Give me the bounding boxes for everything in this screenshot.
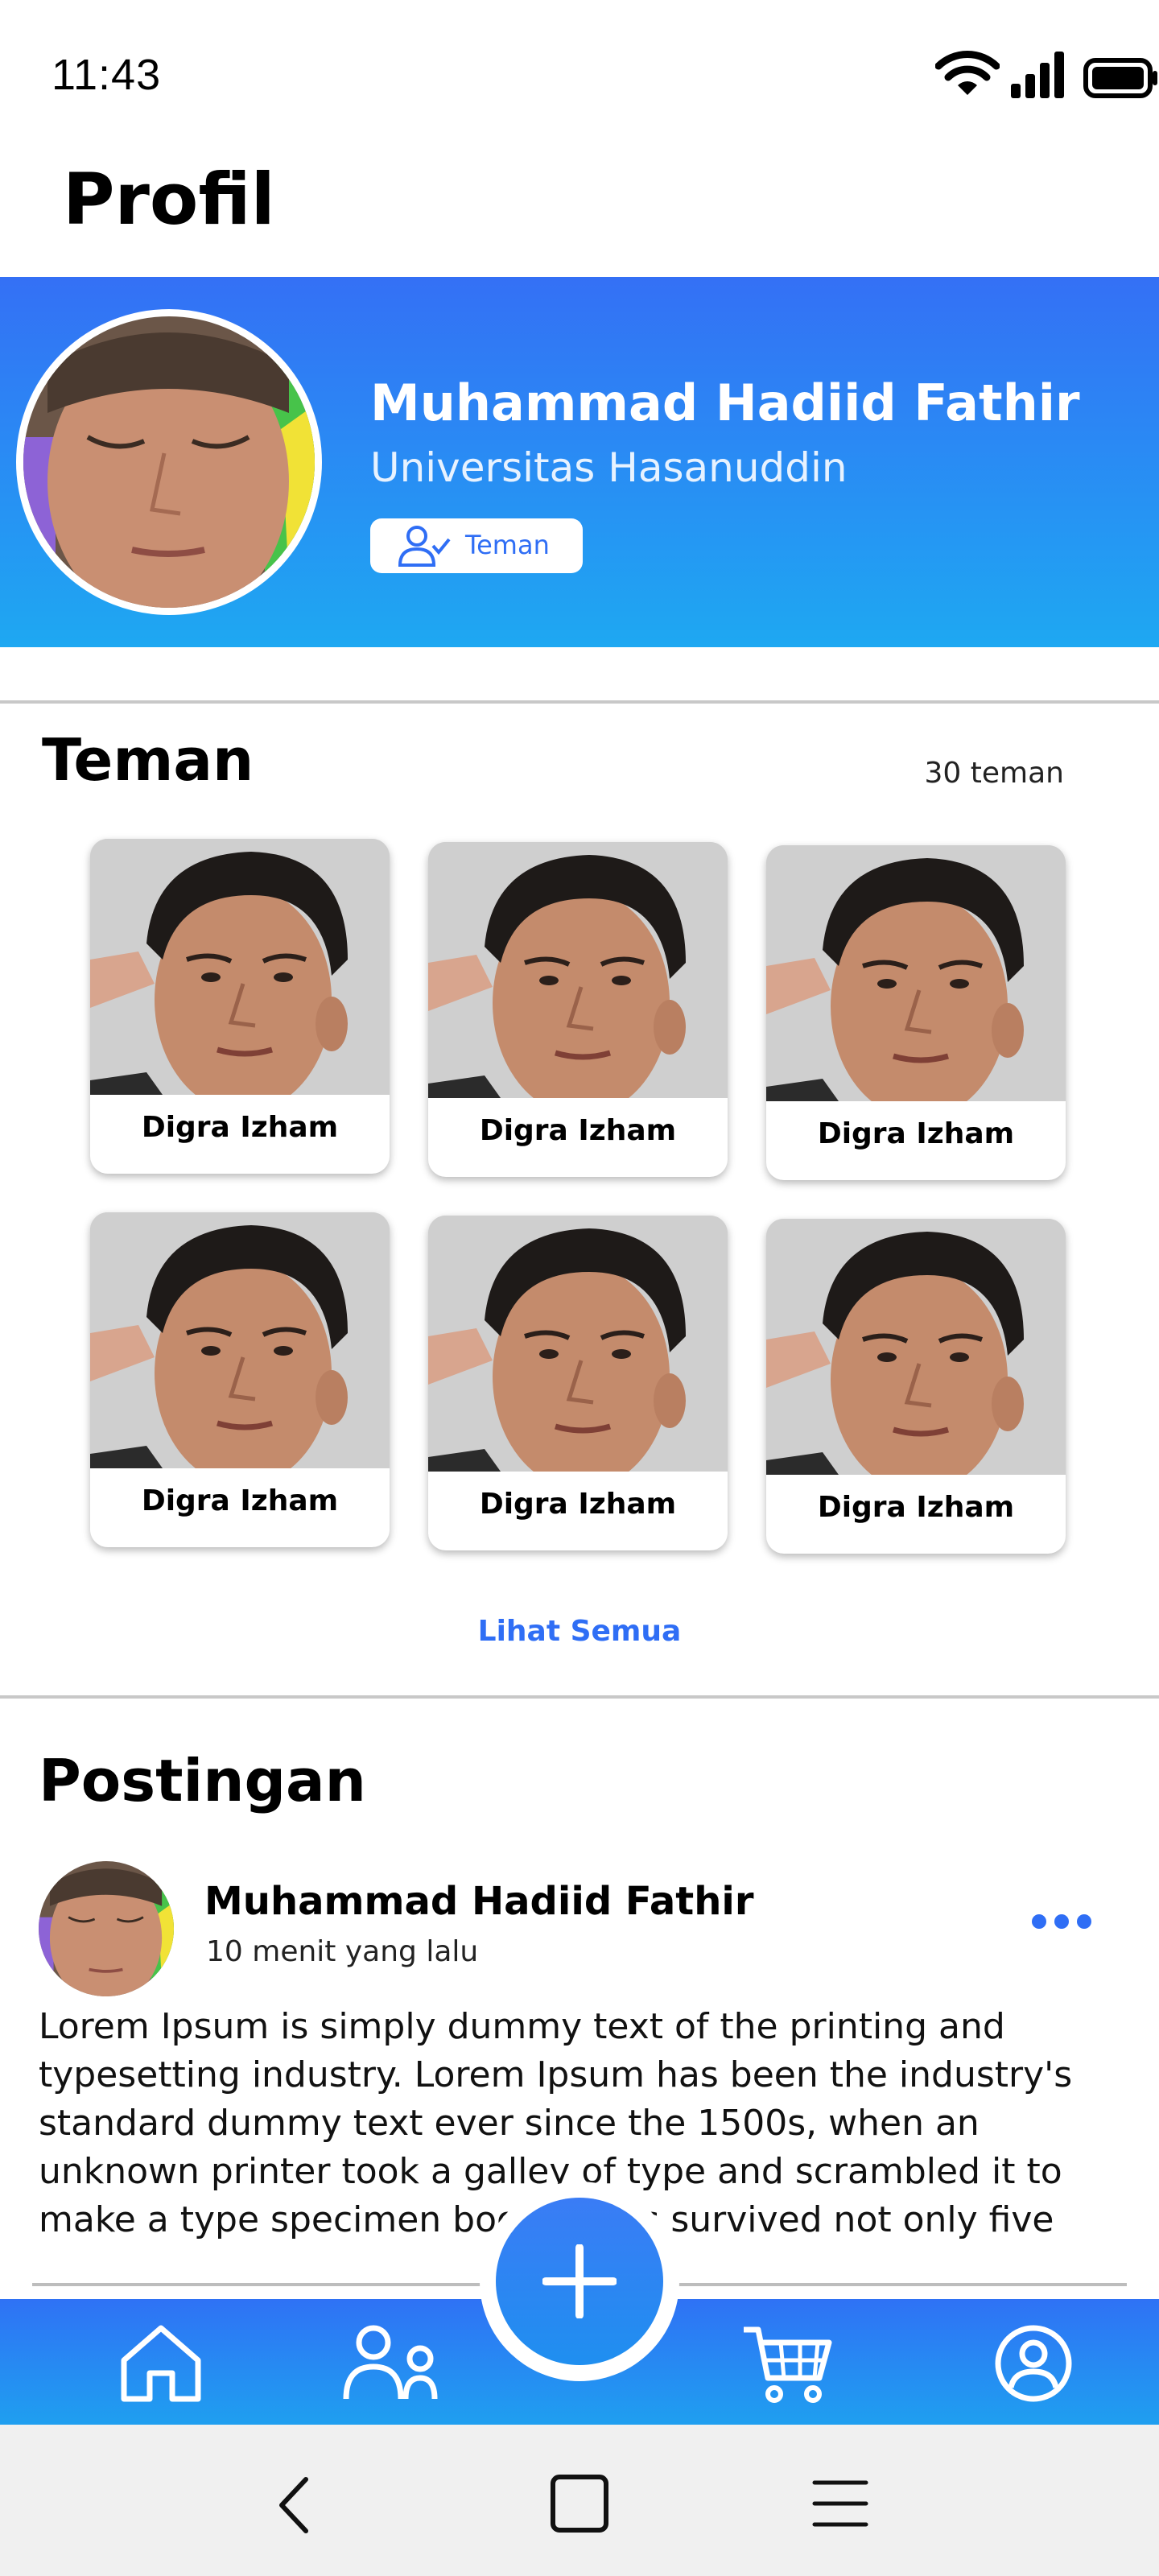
profile-name: Muhammad Hadiid Fathir <box>370 374 1080 432</box>
nav-cart-button[interactable] <box>740 2318 837 2407</box>
friend-photo-frame <box>90 839 390 1095</box>
plus-icon <box>542 2244 617 2318</box>
profile-university: Universitas Hasanuddin <box>370 444 848 491</box>
friend-name: Digra Izham <box>141 1111 339 1144</box>
friend-photo-frame <box>766 845 1066 1101</box>
friend-name: Digra Izham <box>817 1491 1015 1524</box>
post-author-name[interactable]: Muhammad Hadiid Fathir <box>204 1879 754 1924</box>
status-bar: 11:43 <box>0 0 1159 145</box>
friend-card[interactable]: Digra Izham <box>90 1212 390 1547</box>
friend-photo-frame <box>90 1212 390 1468</box>
post-author-avatar[interactable] <box>39 1861 174 1996</box>
friends-title: Teman <box>42 726 254 794</box>
nav-friends-button[interactable] <box>341 2318 438 2407</box>
menu-icon[interactable] <box>811 2478 869 2529</box>
nav-account-button[interactable] <box>985 2318 1082 2407</box>
friends-count: 30 teman <box>924 757 1064 790</box>
friend-name: Digra Izham <box>817 1117 1015 1150</box>
home-icon <box>121 2325 201 2402</box>
profile-avatar[interactable] <box>16 309 322 615</box>
divider <box>0 1695 1159 1699</box>
create-post-button[interactable] <box>496 2198 663 2365</box>
friend-status-label: Teman <box>465 530 550 560</box>
friend-photo <box>428 842 728 1098</box>
friend-card[interactable]: Digra Izham <box>766 845 1066 1180</box>
friend-photo <box>766 845 1066 1101</box>
friends-icon <box>343 2325 438 2400</box>
friend-photo-frame <box>766 1219 1066 1475</box>
friend-photo <box>90 839 390 1095</box>
system-navigation-bar <box>0 2425 1159 2576</box>
account-icon <box>995 2325 1072 2402</box>
friend-photo <box>428 1216 728 1472</box>
nav-home-button[interactable] <box>113 2318 209 2407</box>
friend-photo <box>766 1219 1066 1475</box>
friend-photo <box>90 1212 390 1468</box>
back-icon[interactable] <box>270 2473 319 2537</box>
profile-photo <box>23 316 315 608</box>
profile-header: Muhammad Hadiid Fathir Universitas Hasan… <box>0 277 1159 647</box>
friend-name: Digra Izham <box>479 1114 677 1147</box>
battery-icon <box>1083 58 1157 98</box>
status-time: 11:43 <box>52 51 162 99</box>
see-all-friends-link[interactable]: Lihat Semua <box>0 1615 1159 1648</box>
user-check-icon <box>398 526 451 567</box>
home-square-icon[interactable] <box>549 2473 610 2534</box>
friend-photo-frame <box>428 842 728 1098</box>
friend-status-badge[interactable]: Teman <box>370 518 583 573</box>
post-timestamp: 10 menit yang lalu <box>206 1935 479 1968</box>
page-title: Profil <box>63 158 275 241</box>
signal-icon <box>1011 52 1064 98</box>
friend-card[interactable]: Digra Izham <box>428 842 728 1177</box>
status-icons <box>884 45 1157 106</box>
friend-card[interactable]: Digra Izham <box>90 839 390 1174</box>
friend-name: Digra Izham <box>479 1488 677 1521</box>
post-author-photo <box>39 1861 174 1996</box>
friend-card[interactable]: Digra Izham <box>428 1216 728 1550</box>
friend-name: Digra Izham <box>141 1484 339 1517</box>
friend-photo-frame <box>428 1216 728 1472</box>
cart-icon <box>744 2326 832 2403</box>
friend-card[interactable]: Digra Izham <box>766 1219 1066 1554</box>
posts-title: Postingan <box>39 1747 366 1814</box>
wifi-icon <box>935 51 1000 95</box>
post-more-icon[interactable] <box>1032 1908 1096 1935</box>
divider <box>0 700 1159 704</box>
